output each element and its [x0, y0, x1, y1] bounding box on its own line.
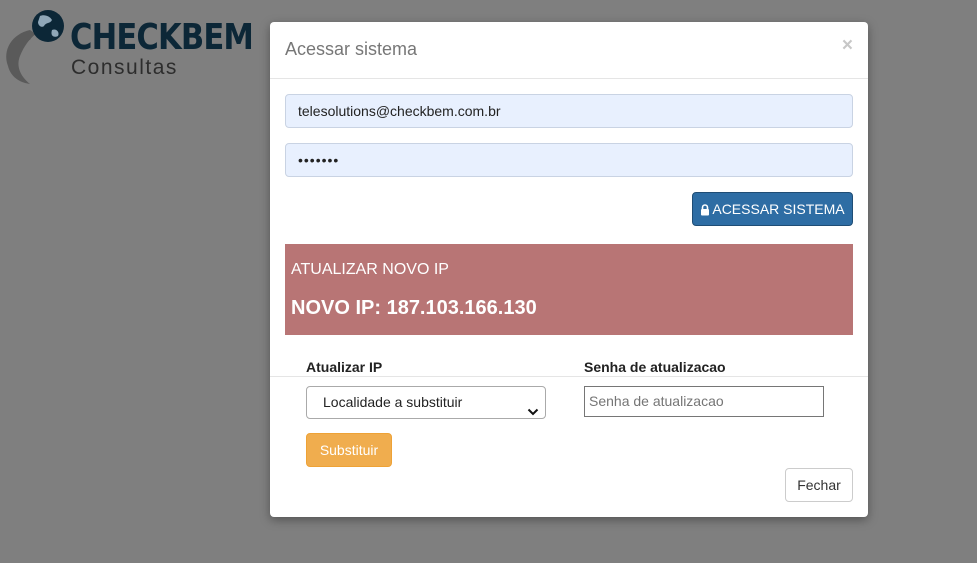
- close-button[interactable]: Fechar: [785, 468, 853, 502]
- email-field[interactable]: telesolutions@checkbem.com.br: [285, 94, 853, 128]
- logo-subtitle: Consultas: [71, 56, 178, 79]
- modal-title: Acessar sistema: [285, 39, 418, 59]
- ip-alert: ATUALIZAR NOVO IP NOVO IP: 187.103.166.1…: [285, 244, 853, 335]
- login-modal: Acessar sistema × telesolutions@checkbem…: [270, 22, 868, 517]
- logo: CHECKBEM Consultas: [0, 4, 254, 88]
- location-select[interactable]: Localidade a substituir: [306, 386, 546, 419]
- alert-heading: ATUALIZAR NOVO IP: [291, 261, 449, 278]
- login-button[interactable]: ACESSAR SISTEMA: [692, 192, 853, 226]
- update-password-label: Senha de atualizacao: [584, 359, 726, 375]
- login-button-label: ACESSAR SISTEMA: [712, 201, 845, 217]
- location-select-value: Localidade a substituir: [323, 394, 463, 410]
- replace-button[interactable]: Substituir: [306, 433, 392, 467]
- update-ip-label: Atualizar IP: [306, 359, 383, 375]
- lock-icon: [700, 195, 710, 227]
- divider: [270, 376, 868, 377]
- modal-header: Acessar sistema ×: [270, 22, 868, 79]
- globe-person-icon: [6, 10, 64, 84]
- alert-new-ip: NOVO IP: 187.103.166.130: [291, 297, 537, 319]
- logo-text: CHECKBEM: [70, 17, 254, 58]
- password-field[interactable]: •••••••: [285, 143, 853, 177]
- close-icon[interactable]: ×: [842, 35, 853, 57]
- update-password-input[interactable]: Senha de atualizacao: [584, 386, 824, 417]
- chevron-down-icon: [527, 397, 539, 428]
